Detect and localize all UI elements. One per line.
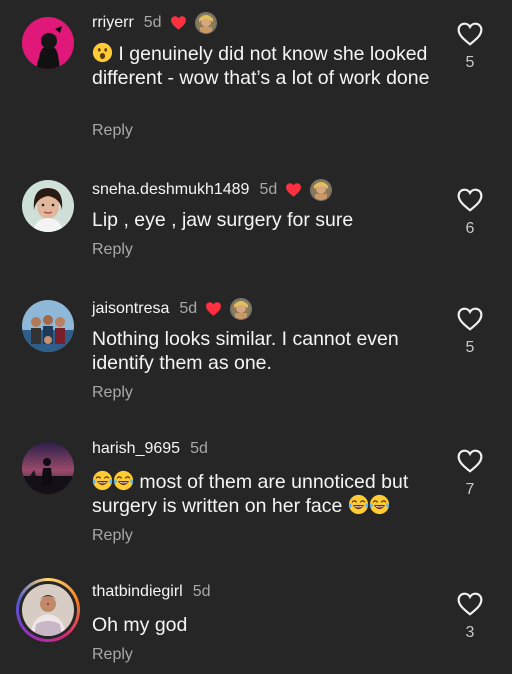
reply-button[interactable]: Reply [92, 241, 133, 259]
heart-icon[interactable] [457, 307, 483, 331]
like-count: 3 [465, 624, 475, 641]
creator-liked-heart-icon [170, 15, 187, 31]
like-control: 7 [452, 449, 488, 499]
laughing-tears-icon [348, 494, 369, 515]
heart-icon[interactable] [457, 449, 483, 473]
timestamp: 5d [192, 583, 211, 600]
comment-header: jaisontresa 5d [92, 298, 253, 320]
laughing-tears-icon [113, 470, 134, 491]
creator-avatar-icon [310, 179, 333, 201]
comment-header: rriyerr 5d [92, 12, 217, 34]
comment-header: thatbindiegirl 5d [92, 583, 211, 601]
like-count: 5 [465, 54, 475, 71]
reply-button[interactable]: Reply [92, 384, 133, 402]
heart-icon[interactable] [457, 592, 483, 616]
comment-text: Lip , eye , jaw surgery for sure [92, 209, 354, 231]
avatar[interactable] [16, 578, 80, 642]
laughing-tears-icon [369, 494, 390, 515]
avatar[interactable] [22, 17, 74, 69]
like-control: 3 [452, 592, 488, 642]
heart-icon[interactable] [457, 22, 483, 46]
heart-icon[interactable] [457, 188, 483, 212]
avatar[interactable] [22, 180, 74, 232]
comment-text: most of them are unnoticed but surgery i… [92, 470, 409, 517]
comment-header: sneha.deshmukh1489 5d [92, 179, 333, 201]
creator-liked-heart-icon [285, 182, 302, 198]
like-control: 5 [452, 307, 488, 357]
username[interactable]: sneha.deshmukh1489 [92, 181, 249, 199]
comment-text: Nothing looks similar. I cannot even ide… [92, 328, 399, 374]
timestamp: 5d [143, 14, 162, 31]
reply-button[interactable]: Reply [92, 122, 133, 140]
timestamp: 5d [259, 181, 278, 198]
like-control: 6 [452, 188, 488, 238]
creator-avatar-icon [230, 298, 253, 320]
reply-button[interactable]: Reply [92, 527, 133, 545]
username[interactable]: rriyerr [92, 14, 134, 32]
comment-header: harish_9695 5d [92, 440, 208, 458]
username[interactable]: jaisontresa [92, 300, 169, 318]
username[interactable]: thatbindiegirl [92, 583, 183, 601]
laughing-tears-icon [92, 470, 113, 491]
surprised-face-icon [92, 42, 113, 63]
reply-button[interactable]: Reply [92, 646, 133, 664]
avatar[interactable] [22, 300, 74, 352]
like-count: 5 [465, 339, 475, 356]
comment-text: Oh my god [92, 614, 188, 636]
timestamp: 5d [179, 300, 198, 317]
like-count: 7 [465, 481, 475, 498]
avatar[interactable] [22, 442, 74, 494]
like-count: 6 [465, 220, 475, 237]
comment-text: I genuinely did not know she looked diff… [92, 42, 430, 89]
timestamp: 5d [190, 440, 208, 457]
creator-liked-heart-icon [205, 301, 222, 317]
like-control: 5 [452, 22, 488, 72]
username[interactable]: harish_9695 [92, 440, 180, 458]
creator-avatar-icon [194, 12, 217, 34]
